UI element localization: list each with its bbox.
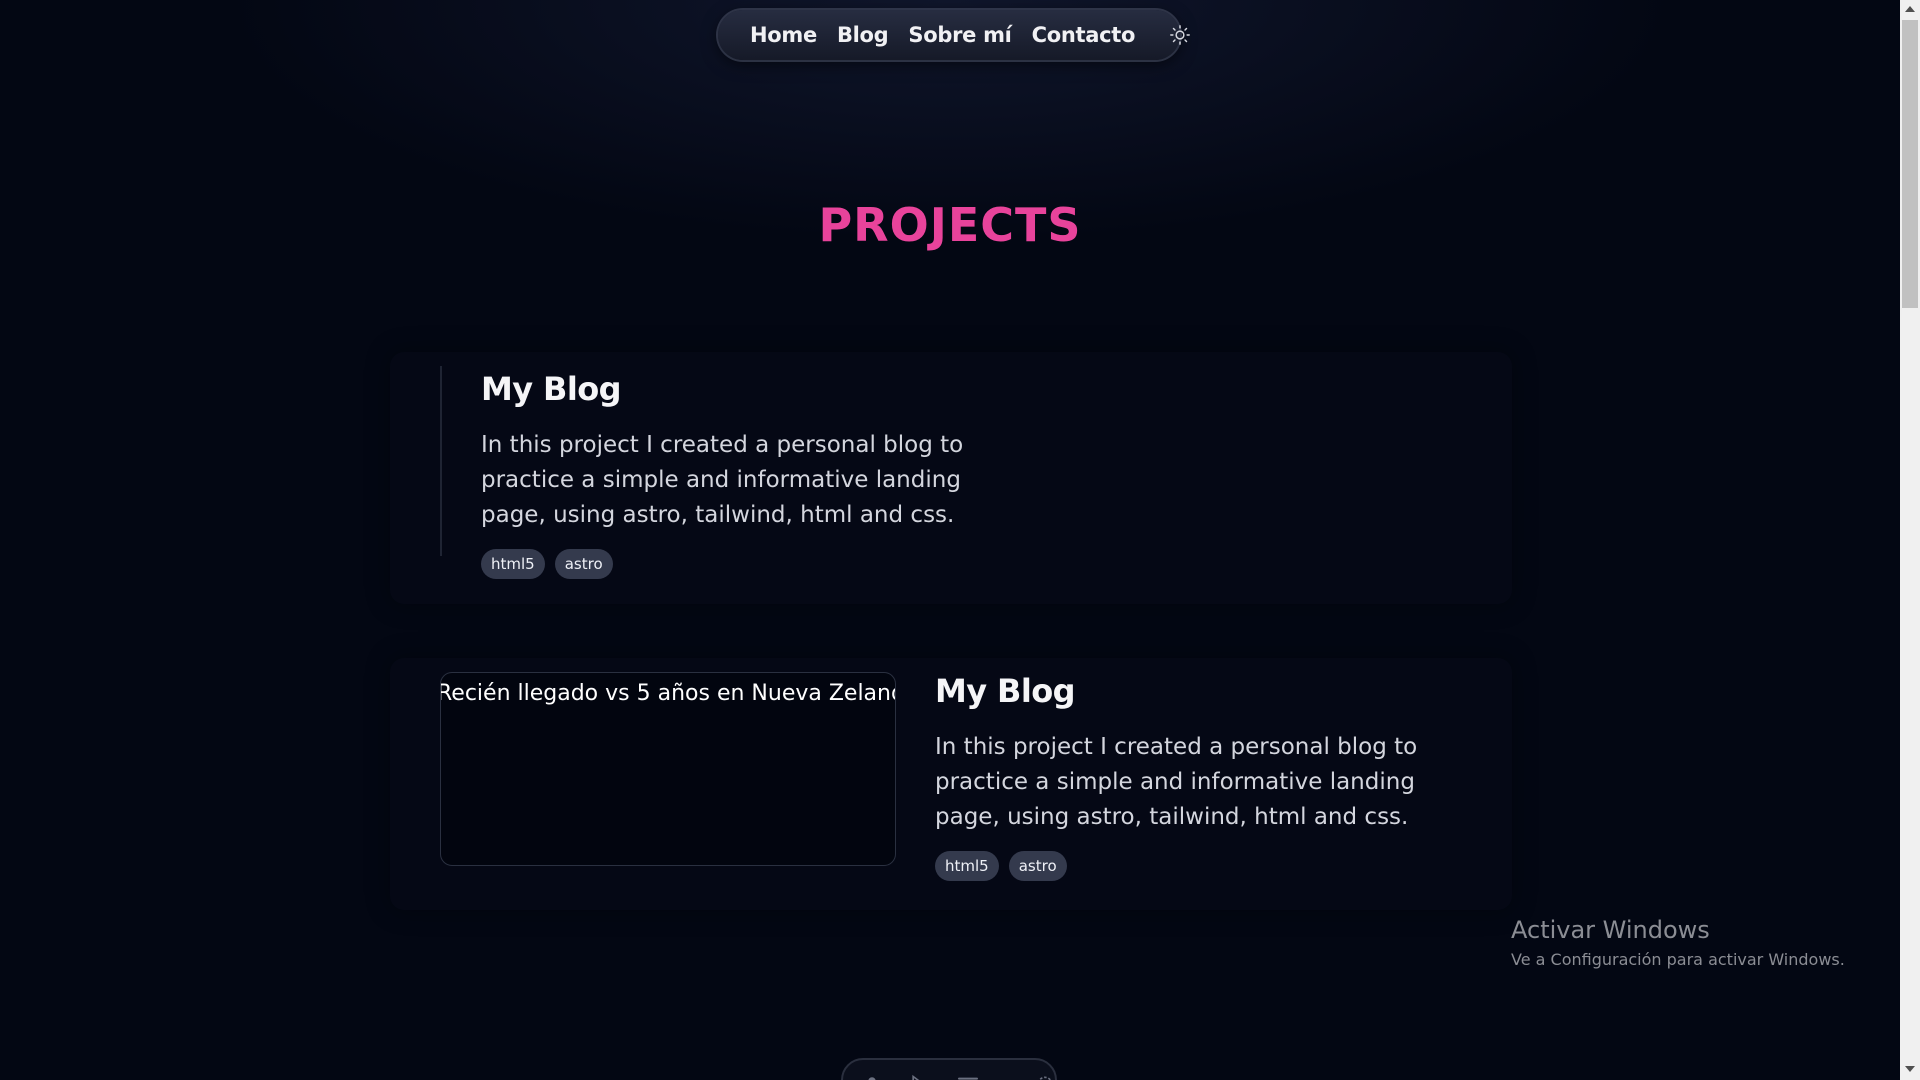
person-icon[interactable]	[863, 1072, 881, 1080]
gear-icon[interactable]	[1035, 1072, 1055, 1080]
project-card: Recién llegado vs 5 años en Nueva Zeland…	[390, 658, 1512, 910]
project-tags: html5 astro	[481, 549, 1001, 579]
video-embed[interactable]: Recién llegado vs 5 años en Nueva Zeland…	[440, 672, 896, 866]
project-title[interactable]: My Blog	[481, 370, 1001, 408]
bottom-toolbar	[841, 1058, 1057, 1080]
page: Home Blog Sobre mí Contacto PROJECTS My …	[0, 0, 1920, 1080]
sun-icon	[1170, 25, 1191, 45]
scroll-up-icon[interactable]	[1905, 6, 1915, 12]
card-divider	[440, 366, 442, 556]
nav-home[interactable]: Home	[750, 23, 817, 47]
project-description: In this project I created a personal blo…	[935, 734, 1418, 830]
project-description: In this project I created a personal blo…	[481, 432, 964, 528]
watermark-title: Activar Windows	[1511, 916, 1710, 944]
nav-about[interactable]: Sobre mí	[908, 23, 1011, 47]
video-title[interactable]: Recién llegado vs 5 años en Nueva Zeland…	[441, 681, 895, 706]
project-body: My Blog In this project I created a pers…	[481, 370, 1001, 579]
menu-icon[interactable]	[957, 1072, 979, 1080]
tag-html5: html5	[935, 851, 999, 881]
tag-astro: astro	[1008, 851, 1067, 881]
cursor-icon[interactable]	[909, 1072, 929, 1080]
tag-astro: astro	[554, 549, 613, 579]
top-nav: Home Blog Sobre mí Contacto	[718, 10, 1191, 60]
project-title[interactable]: My Blog	[935, 672, 1455, 710]
theme-toggle-button[interactable]	[1169, 21, 1191, 49]
section-title: PROJECTS	[818, 198, 1082, 252]
nav-contact[interactable]: Contacto	[1032, 23, 1136, 47]
windows-activation-watermark: Activar Windows Ve a Configuración para …	[1511, 916, 1845, 969]
nav-blog[interactable]: Blog	[837, 23, 889, 47]
watermark-subtitle: Ve a Configuración para activar Windows.	[1511, 950, 1845, 969]
project-body: My Blog In this project I created a pers…	[935, 672, 1455, 881]
project-tags: html5 astro	[935, 851, 1455, 881]
vertical-scrollbar[interactable]	[1900, 0, 1920, 1080]
project-card: My Blog In this project I created a pers…	[390, 352, 1512, 604]
tag-html5: html5	[481, 549, 545, 579]
scroll-thumb[interactable]	[1902, 20, 1918, 308]
scroll-down-icon[interactable]	[1905, 1066, 1915, 1072]
